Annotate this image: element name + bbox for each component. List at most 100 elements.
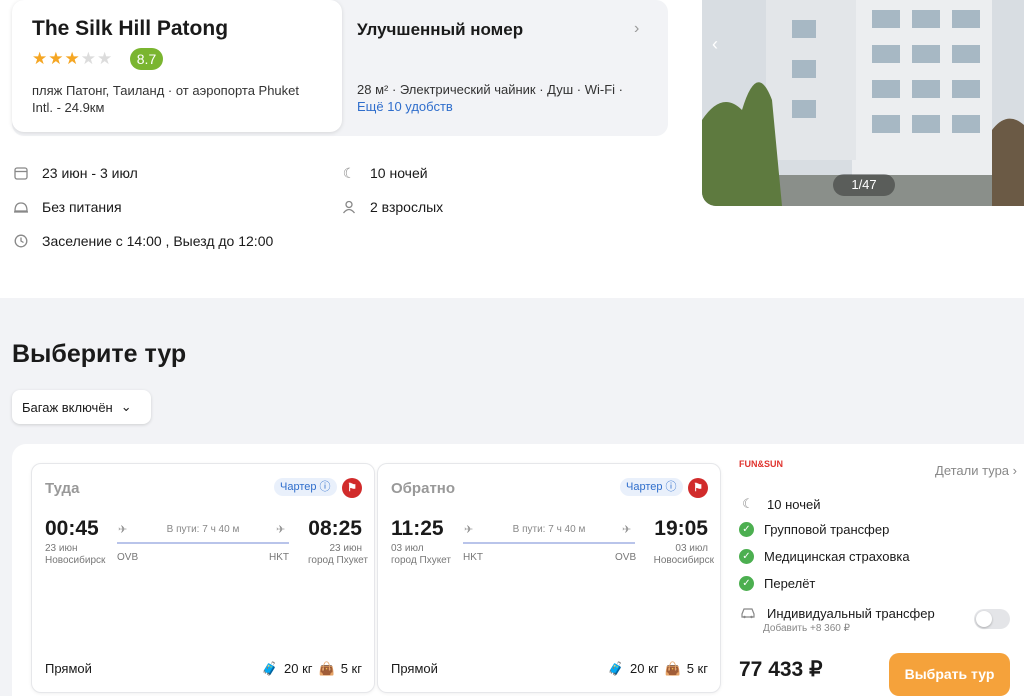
- arrival-city: город Пхукет: [308, 555, 368, 566]
- tour-summary: FUN&SUN Детали тура › ☾ 10 ночей ✓ Групп…: [739, 459, 1019, 696]
- tour-flight: ✓ Перелёт: [739, 576, 815, 591]
- hotel-stars: ★ ★ ★ ★ ★: [32, 50, 112, 68]
- flight-duration: В пути: 7 ч 40 м: [512, 524, 586, 535]
- section-title: Выберите тур: [12, 340, 187, 368]
- car-icon: [739, 604, 757, 622]
- tour-details-label: Детали тура: [935, 463, 1010, 478]
- hotel-info-card[interactable]: The Silk Hill Patong ★ ★ ★ ★ ★ 8.7 пляж …: [12, 0, 342, 132]
- photo-counter: 1/47: [833, 174, 895, 196]
- suitcase-icon: 🧳: [261, 661, 279, 676]
- stay-dates: 23 июн - 3 июл: [12, 164, 138, 182]
- arrival-date: 03 июл: [675, 543, 708, 554]
- hand-luggage: 5 кг: [686, 661, 708, 676]
- person-icon: [340, 198, 358, 216]
- tour-transfer: ✓ Групповой трансфер: [739, 522, 889, 537]
- hand-luggage-icon: 👜: [664, 661, 681, 676]
- charter-badge[interactable]: Чартер ⓘ: [274, 478, 337, 496]
- stay-dates-label: 23 июн - 3 июл: [42, 165, 138, 181]
- operator-logo: FUN&SUN: [739, 459, 783, 469]
- chevron-left-icon[interactable]: ‹: [712, 34, 718, 55]
- arrival-airport-code: HKT: [269, 552, 289, 563]
- arrival-time: 19:05: [654, 517, 708, 540]
- stay-nights-label: 10 ночей: [370, 165, 428, 181]
- stay-meal-label: Без питания: [42, 199, 122, 215]
- stay-checkin-label: Заселение с 14:00 , Выезд до 12:00: [42, 233, 274, 249]
- chevron-right-icon: ›: [1012, 463, 1017, 478]
- flight-type: Прямой: [45, 661, 92, 676]
- baggage-filter-dropdown[interactable]: Багаж включён ⌄: [12, 390, 151, 424]
- tour-insurance-label: Медицинская страховка: [764, 549, 910, 564]
- hotel-location: пляж Патонг, Таиланд · от аэропорта Phuk…: [32, 83, 300, 115]
- tour-nights: ☾ 10 ночей: [739, 495, 820, 513]
- star-icon: ★: [48, 49, 64, 68]
- chevron-right-icon[interactable]: ›: [634, 20, 639, 38]
- individual-transfer-toggle[interactable]: [974, 609, 1010, 629]
- departure-time: 00:45: [45, 517, 99, 540]
- hotel-name: The Silk Hill Patong: [32, 17, 229, 40]
- airline-logo-icon: ⚑: [342, 478, 362, 498]
- star-icon: ★: [32, 49, 48, 68]
- stay-nights: ☾ 10 ночей: [340, 164, 428, 182]
- baggage-allowance: 🧳 20 кг 👜 5 кг: [262, 661, 362, 677]
- arrival-time: 08:25: [308, 517, 362, 540]
- toggle-knob: [976, 611, 992, 627]
- calendar-icon: [12, 164, 30, 182]
- airline-logo-icon: ⚑: [688, 478, 708, 498]
- individual-transfer: Индивидуальный трансфер: [739, 604, 935, 622]
- tour-offer-card: Туда Чартер ⓘ ⚑ 00:45 08:25 ✈ В пути: 7 …: [12, 444, 1024, 696]
- hand-luggage-icon: 👜: [318, 661, 335, 676]
- departure-airport-code: OVB: [117, 552, 139, 563]
- checked-baggage: 20 кг: [630, 661, 659, 676]
- rating-badge: 8.7: [130, 48, 163, 70]
- departure-city: Новосибирск: [45, 555, 106, 566]
- check-icon: ✓: [739, 522, 754, 537]
- route-line: [117, 542, 289, 544]
- more-amenities-link[interactable]: Ещё 10 удобств: [357, 99, 453, 114]
- plane-landing-icon: ✈: [276, 524, 286, 536]
- arrival-date: 23 июн: [329, 543, 362, 554]
- chevron-down-icon: ⌄: [120, 399, 132, 414]
- star-icon: ★: [97, 49, 113, 68]
- individual-transfer-label: Индивидуальный трансфер: [767, 605, 935, 621]
- flight-duration: В пути: 7 ч 40 м: [166, 524, 240, 535]
- departure-city: город Пхукет: [391, 555, 451, 566]
- hotel-photo[interactable]: ‹ 1/47: [702, 0, 1024, 206]
- tour-details-link[interactable]: Детали тура ›: [935, 463, 1017, 478]
- room-amenities: 28 м² · Электрический чайник · Душ · Wi-…: [357, 82, 623, 97]
- individual-transfer-price: Добавить +8 360 ₽: [763, 623, 850, 634]
- route-line: [463, 542, 635, 544]
- flight-direction: Туда: [45, 480, 80, 497]
- check-icon: ✓: [739, 576, 754, 591]
- cloche-icon: [12, 198, 30, 216]
- hand-luggage: 5 кг: [340, 661, 362, 676]
- check-icon: ✓: [739, 549, 754, 564]
- departure-time: 11:25: [391, 517, 444, 540]
- arrival-city: Новосибирск: [653, 555, 714, 566]
- suitcase-icon: 🧳: [607, 661, 625, 676]
- plane-landing-icon: ✈: [622, 524, 632, 536]
- charter-badge[interactable]: Чартер ⓘ: [620, 478, 683, 496]
- stay-checkin: Заселение с 14:00 , Выезд до 12:00: [12, 232, 273, 250]
- flight-type: Прямой: [391, 661, 438, 676]
- hotel-room-card: The Silk Hill Patong ★ ★ ★ ★ ★ 8.7 пляж …: [12, 0, 668, 136]
- stay-meal: Без питания: [12, 198, 122, 216]
- select-tour-button[interactable]: Выбрать тур: [889, 653, 1010, 696]
- moon-icon: ☾: [742, 496, 754, 511]
- tour-transfer-label: Групповой трансфер: [764, 522, 890, 537]
- stay-guests-label: 2 взрослых: [370, 199, 444, 215]
- star-icon: ★: [80, 49, 96, 68]
- flight-card-return: Обратно Чартер ⓘ ⚑ 11:25 19:05 ✈ В пути:…: [377, 463, 721, 693]
- baggage-filter-label: Багаж включён: [22, 399, 113, 415]
- flight-card-outbound: Туда Чартер ⓘ ⚑ 00:45 08:25 ✈ В пути: 7 …: [31, 463, 375, 693]
- checked-baggage: 20 кг: [284, 661, 313, 676]
- arrival-airport-code: OVB: [615, 552, 637, 563]
- tour-price: 77 433 ₽: [739, 658, 823, 681]
- room-title[interactable]: Улучшенный номер: [357, 20, 523, 40]
- flight-direction: Обратно: [391, 480, 456, 497]
- tour-nights-label: 10 ночей: [767, 496, 821, 512]
- star-icon: ★: [64, 49, 80, 68]
- tour-flight-label: Перелёт: [764, 576, 816, 591]
- clock-icon: [12, 232, 30, 250]
- stay-guests: 2 взрослых: [340, 198, 443, 216]
- departure-date: 23 июн: [45, 543, 78, 554]
